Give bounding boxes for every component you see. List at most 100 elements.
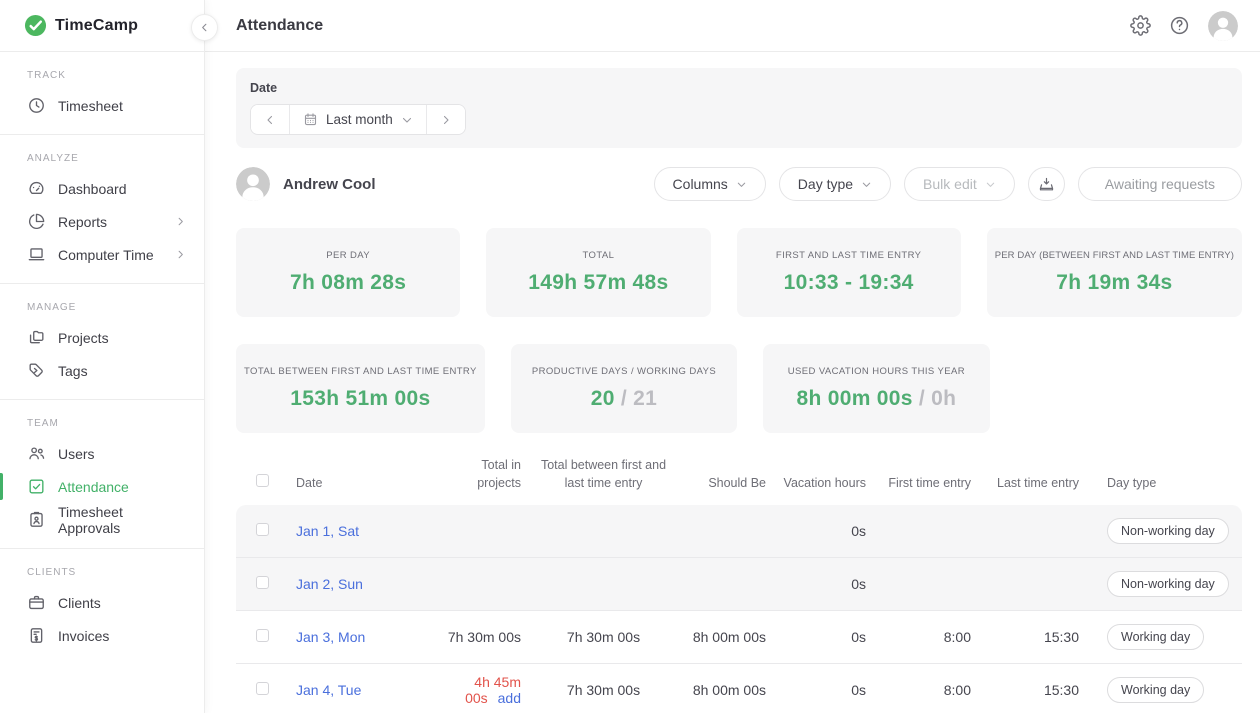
row-checkbox[interactable]: [256, 576, 269, 589]
stats-row-2: TOTAL BETWEEN FIRST AND LAST TIME ENTRY …: [236, 344, 1242, 433]
sidebar-item-tags[interactable]: Tags: [0, 354, 204, 387]
sidebar-item-label: Timesheet Approvals: [58, 504, 186, 536]
table-row: Jan 4, Tue 4h 45m 00sadd 7h 30m 00s 8h 0…: [236, 664, 1242, 713]
day-type-badge[interactable]: Non-working day: [1107, 518, 1229, 544]
chevron-right-icon: [175, 249, 186, 260]
chevron-down-icon: [985, 179, 996, 190]
date-range-dropdown[interactable]: Last month: [289, 105, 426, 134]
stat-label: FIRST AND LAST TIME ENTRY: [776, 250, 922, 261]
date-link[interactable]: Jan 3, Mon: [296, 629, 365, 645]
day-type-badge[interactable]: Non-working day: [1107, 571, 1229, 597]
sidebar-item-timesheet[interactable]: Timesheet: [0, 89, 204, 122]
vacation-hours-value: 0s: [766, 629, 866, 645]
users-icon: [27, 444, 46, 463]
chevron-down-icon: [401, 114, 413, 126]
date-range-control: Last month: [250, 104, 466, 135]
avatar-image: [1208, 11, 1238, 41]
settings-button[interactable]: [1130, 15, 1151, 36]
bulk-edit-label: Bulk edit: [923, 176, 977, 192]
awaiting-requests-button[interactable]: Awaiting requests: [1078, 167, 1242, 201]
sidebar-item-timesheet-approvals[interactable]: Timesheet Approvals: [0, 503, 204, 536]
stat-value: 7h 19m 34s: [1056, 271, 1172, 295]
stat-label: PER DAY: [326, 250, 370, 261]
sidebar-item-computer-time[interactable]: Computer Time: [0, 238, 204, 271]
stat-card-total-between: TOTAL BETWEEN FIRST AND LAST TIME ENTRY …: [236, 344, 485, 433]
sidebar-item-label: Tags: [58, 363, 186, 379]
prev-period-button[interactable]: [251, 105, 289, 134]
sidebar-item-label: Clients: [58, 595, 186, 611]
date-link[interactable]: Jan 2, Sun: [296, 576, 363, 592]
sidebar-item-dashboard[interactable]: Dashboard: [0, 172, 204, 205]
sidebar-item-label: Projects: [58, 330, 186, 346]
chevron-left-icon: [264, 114, 276, 126]
stat-label: TOTAL: [583, 250, 615, 261]
col-header-day-type: Day type: [1079, 474, 1222, 492]
attendance-table-header: Date Total in projects Total between fir…: [236, 433, 1242, 505]
top-bar: Attendance: [205, 0, 1260, 52]
help-button[interactable]: [1169, 15, 1190, 36]
day-type-label: Day type: [798, 176, 853, 192]
table-row: Jan 1, Sat 0s Non-working day: [236, 505, 1242, 558]
first-time-entry-value: 8:00: [866, 682, 971, 698]
add-time-link[interactable]: add: [498, 690, 521, 706]
tag-icon: [27, 361, 46, 380]
sidebar-item-label: Timesheet: [58, 98, 186, 114]
briefcase-icon: [27, 593, 46, 612]
date-range-value: Last month: [326, 112, 393, 127]
day-type-badge[interactable]: Working day: [1107, 624, 1204, 650]
stat-label: TOTAL BETWEEN FIRST AND LAST TIME ENTRY: [244, 366, 477, 377]
row-checkbox[interactable]: [256, 682, 269, 695]
gear-icon: [1130, 15, 1151, 36]
day-type-dropdown[interactable]: Day type: [779, 167, 891, 201]
columns-dropdown[interactable]: Columns: [654, 167, 766, 201]
table-row: Jan 3, Mon 7h 30m 00s 7h 30m 00s 8h 00m …: [236, 611, 1242, 664]
sidebar-item-clients[interactable]: Clients: [0, 586, 204, 619]
check-square-icon: [27, 477, 46, 496]
first-time-entry-value: 8:00: [866, 629, 971, 645]
total-between-value: 7h 30m 00s: [521, 682, 686, 698]
select-all-checkbox[interactable]: [256, 474, 269, 487]
date-filter-panel: Date Last month: [236, 68, 1242, 148]
sidebar-item-label: Reports: [58, 214, 175, 230]
dashboard-icon: [27, 179, 46, 198]
user-toolbar-row: Andrew Cool Columns Day type Bulk edit: [236, 162, 1242, 206]
stats-row-1: PER DAY 7h 08m 28s TOTAL 149h 57m 48s FI…: [236, 228, 1242, 317]
col-header-vacation-hours: Vacation hours: [766, 474, 866, 492]
employee-name: Andrew Cool: [283, 176, 654, 193]
should-be-value: 8h 00m 00s: [686, 629, 766, 645]
sidebar-item-reports[interactable]: Reports: [0, 205, 204, 238]
user-avatar[interactable]: [1208, 11, 1238, 41]
stat-card-used-vacation: USED VACATION HOURS THIS YEAR 8h 00m 00s…: [763, 344, 989, 433]
col-header-total-between: Total between first and last time entry: [521, 456, 686, 492]
chevron-left-icon: [199, 22, 210, 33]
stat-card-per-day-between: PER DAY (BETWEEN FIRST AND LAST TIME ENT…: [987, 228, 1242, 317]
section-label-analyze: ANALYZE: [0, 153, 204, 164]
avatar-image: [236, 167, 270, 201]
sidebar-item-label: Attendance: [58, 479, 186, 495]
stat-label: PRODUCTIVE DAYS / WORKING DAYS: [532, 366, 716, 377]
invoice-icon: [27, 626, 46, 645]
sidebar-item-projects[interactable]: Projects: [0, 321, 204, 354]
row-checkbox[interactable]: [256, 523, 269, 536]
date-link[interactable]: Jan 4, Tue: [296, 682, 361, 698]
row-checkbox[interactable]: [256, 629, 269, 642]
col-header-last-time-entry: Last time entry: [971, 474, 1079, 492]
last-time-entry-value: 15:30: [971, 629, 1079, 645]
stat-value: 149h 57m 48s: [528, 271, 668, 295]
sidebar-item-users[interactable]: Users: [0, 437, 204, 470]
sidebar-item-invoices[interactable]: Invoices: [0, 619, 204, 652]
next-period-button[interactable]: [426, 105, 465, 134]
sidebar-collapse-button[interactable]: [191, 14, 218, 41]
stats-spacer: [1016, 344, 1242, 433]
stat-value: 8h 00m 00s / 0h: [797, 387, 957, 411]
timecamp-logo-icon: [24, 14, 47, 37]
total-in-projects-value: 4h 45m 00sadd: [416, 674, 521, 706]
day-type-badge[interactable]: Working day: [1107, 677, 1204, 703]
export-button[interactable]: [1028, 167, 1065, 201]
date-link[interactable]: Jan 1, Sat: [296, 523, 359, 539]
vacation-hours-value: 0s: [766, 576, 866, 592]
sidebar-item-attendance[interactable]: Attendance: [0, 470, 204, 503]
folders-icon: [27, 328, 46, 347]
stat-card-first-last-entry: FIRST AND LAST TIME ENTRY 10:33 - 19:34: [737, 228, 961, 317]
bulk-edit-dropdown[interactable]: Bulk edit: [904, 167, 1015, 201]
